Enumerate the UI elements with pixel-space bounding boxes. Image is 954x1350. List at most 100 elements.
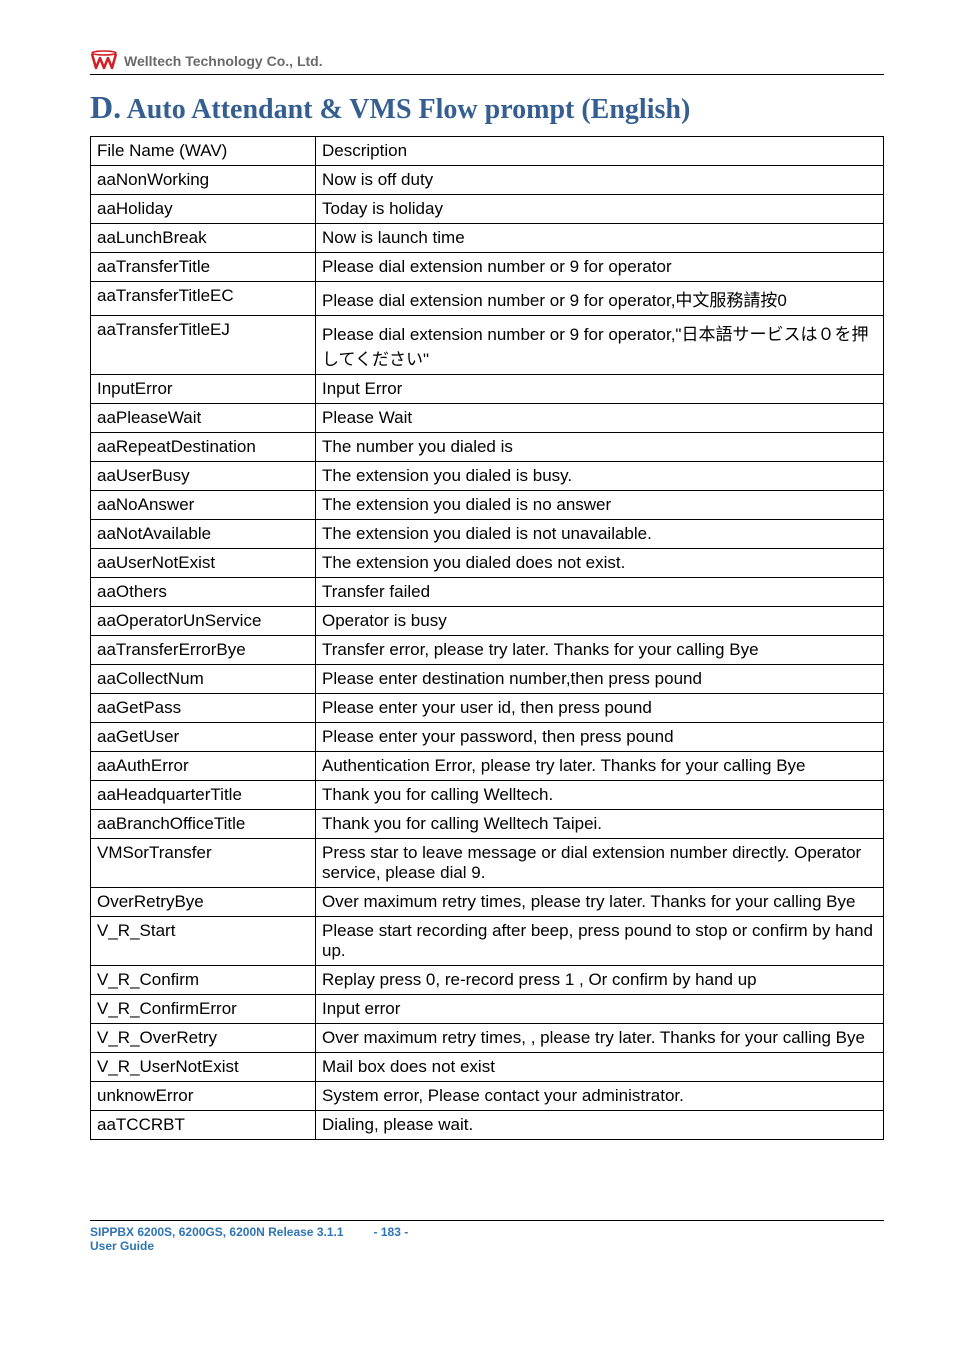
cell-filename: aaOperatorUnService — [91, 607, 316, 636]
table-row: aaOperatorUnServiceOperator is busy — [91, 607, 884, 636]
page-header: Welltech Technology Co., Ltd. — [90, 50, 884, 75]
cell-filename: InputError — [91, 375, 316, 404]
cell-description: The extension you dialed is no answer — [316, 491, 884, 520]
table-row: V_R_ConfirmErrorInput error — [91, 995, 884, 1024]
table-row: aaTransferErrorByeTransfer error, please… — [91, 636, 884, 665]
cell-filename: aaLunchBreak — [91, 224, 316, 253]
cell-description: Thank you for calling Welltech Taipei. — [316, 810, 884, 839]
table-row: aaCollectNumPlease enter destination num… — [91, 665, 884, 694]
footer-guide: User Guide — [90, 1239, 344, 1253]
table-row: aaBranchOfficeTitleThank you for calling… — [91, 810, 884, 839]
cell-description: Operator is busy — [316, 607, 884, 636]
cell-description: Now is off duty — [316, 166, 884, 195]
section-heading: D. Auto Attendant & VMS Flow prompt (Eng… — [90, 89, 884, 126]
table-row: aaAuthErrorAuthentication Error, please … — [91, 752, 884, 781]
table-row: VMSorTransferPress star to leave message… — [91, 839, 884, 888]
cell-filename: VMSorTransfer — [91, 839, 316, 888]
cell-description: The number you dialed is — [316, 433, 884, 462]
cell-description: Please Wait — [316, 404, 884, 433]
cell-filename: aaTCCRBT — [91, 1111, 316, 1140]
cell-description: System error, Please contact your admini… — [316, 1082, 884, 1111]
prompt-table: File Name (WAV)DescriptionaaNonWorkingNo… — [90, 136, 884, 1140]
cell-description: The extension you dialed is busy. — [316, 462, 884, 491]
cell-filename: aaNonWorking — [91, 166, 316, 195]
header-company: Welltech Technology Co., Ltd. — [124, 53, 323, 69]
cell-description: Please enter your user id, then press po… — [316, 694, 884, 723]
table-row: unknowErrorSystem error, Please contact … — [91, 1082, 884, 1111]
cell-description: Mail box does not exist — [316, 1053, 884, 1082]
table-row: OverRetryByeOver maximum retry times, pl… — [91, 888, 884, 917]
cell-description: Please enter destination number,then pre… — [316, 665, 884, 694]
cell-filename: aaTransferTitle — [91, 253, 316, 282]
cell-filename: aaGetPass — [91, 694, 316, 723]
cell-filename: aaNotAvailable — [91, 520, 316, 549]
cell-filename: aaUserBusy — [91, 462, 316, 491]
cell-filename: OverRetryBye — [91, 888, 316, 917]
table-row: aaUserNotExistThe extension you dialed d… — [91, 549, 884, 578]
table-row: aaHolidayToday is holiday — [91, 195, 884, 224]
section-letter: D. — [90, 89, 121, 125]
cell-description: Now is launch time — [316, 224, 884, 253]
cell-description: Authentication Error, please try later. … — [316, 752, 884, 781]
cell-filename: V_R_Confirm — [91, 966, 316, 995]
table-row: V_R_OverRetryOver maximum retry times, ,… — [91, 1024, 884, 1053]
cell-filename: aaAuthError — [91, 752, 316, 781]
table-row: aaNotAvailableThe extension you dialed i… — [91, 520, 884, 549]
footer-product: SIPPBX 6200S, 6200GS, 6200N Release 3.1.… — [90, 1225, 344, 1239]
cell-description: Please enter your password, then press p… — [316, 723, 884, 752]
table-row: V_R_ConfirmReplay press 0, re-record pre… — [91, 966, 884, 995]
cell-description: Today is holiday — [316, 195, 884, 224]
cell-description: Please dial extension number or 9 for op… — [316, 282, 884, 316]
table-row: InputErrorInput Error — [91, 375, 884, 404]
cell-filename: aaPleaseWait — [91, 404, 316, 433]
cell-description: Input error — [316, 995, 884, 1024]
section-title: Auto Attendant & VMS Flow prompt (Englis… — [127, 94, 691, 125]
table-row: File Name (WAV)Description — [91, 137, 884, 166]
table-row: aaHeadquarterTitleThank you for calling … — [91, 781, 884, 810]
cell-description: Please dial extension number or 9 for op… — [316, 253, 884, 282]
cell-description: Replay press 0, re-record press 1 , Or c… — [316, 966, 884, 995]
table-row: aaNonWorkingNow is off duty — [91, 166, 884, 195]
cell-description: Over maximum retry times, please try lat… — [316, 888, 884, 917]
cell-filename: aaNoAnswer — [91, 491, 316, 520]
table-row: aaTransferTitleEJPlease dial extension n… — [91, 316, 884, 375]
cell-description: The extension you dialed is not unavaila… — [316, 520, 884, 549]
cell-filename: V_R_OverRetry — [91, 1024, 316, 1053]
cell-description: Transfer failed — [316, 578, 884, 607]
cell-description: Press star to leave message or dial exte… — [316, 839, 884, 888]
table-row: aaOthersTransfer failed — [91, 578, 884, 607]
cell-filename: aaBranchOfficeTitle — [91, 810, 316, 839]
cell-description: Thank you for calling Welltech. — [316, 781, 884, 810]
cell-description: Please dial extension number or 9 for op… — [316, 316, 884, 375]
cell-filename: aaGetUser — [91, 723, 316, 752]
table-row: aaLunchBreakNow is launch time — [91, 224, 884, 253]
cell-filename: aaOthers — [91, 578, 316, 607]
table-row: aaRepeatDestinationThe number you dialed… — [91, 433, 884, 462]
cell-filename: aaUserNotExist — [91, 549, 316, 578]
cell-filename: aaTransferTitleEJ — [91, 316, 316, 375]
table-row: aaPleaseWaitPlease Wait — [91, 404, 884, 433]
logo-icon — [90, 50, 118, 72]
cell-description: Dialing, please wait. — [316, 1111, 884, 1140]
cell-description: Please start recording after beep, press… — [316, 917, 884, 966]
cell-description: Transfer error, please try later. Thanks… — [316, 636, 884, 665]
cell-filename: aaTransferTitleEC — [91, 282, 316, 316]
table-row: aaGetUserPlease enter your password, the… — [91, 723, 884, 752]
cell-filename: aaHeadquarterTitle — [91, 781, 316, 810]
cell-filename: unknowError — [91, 1082, 316, 1111]
cell-filename: aaCollectNum — [91, 665, 316, 694]
table-row: aaUserBusyThe extension you dialed is bu… — [91, 462, 884, 491]
cell-filename: aaHoliday — [91, 195, 316, 224]
cell-filename: V_R_UserNotExist — [91, 1053, 316, 1082]
cell-filename: V_R_ConfirmError — [91, 995, 316, 1024]
cell-description: Description — [316, 137, 884, 166]
table-row: aaTransferTitlePlease dial extension num… — [91, 253, 884, 282]
cell-filename: File Name (WAV) — [91, 137, 316, 166]
table-row: aaTransferTitleECPlease dial extension n… — [91, 282, 884, 316]
cell-filename: aaTransferErrorBye — [91, 636, 316, 665]
cell-description: Over maximum retry times, , please try l… — [316, 1024, 884, 1053]
table-row: V_R_StartPlease start recording after be… — [91, 917, 884, 966]
cell-filename: aaRepeatDestination — [91, 433, 316, 462]
table-row: V_R_UserNotExistMail box does not exist — [91, 1053, 884, 1082]
footer-page-number: - 183 - — [374, 1225, 409, 1239]
